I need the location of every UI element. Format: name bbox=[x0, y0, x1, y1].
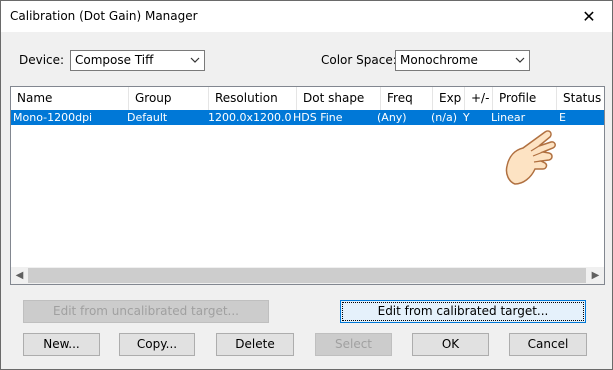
scroll-left-icon[interactable]: ◀ bbox=[11, 267, 28, 284]
device-label: Device: bbox=[19, 53, 65, 67]
column-header-freq[interactable]: Freq bbox=[381, 87, 433, 110]
device-value: Compose Tiff bbox=[75, 53, 154, 67]
column-header-name[interactable]: Name bbox=[11, 87, 129, 110]
cell-group: Default bbox=[127, 111, 168, 124]
chevron-down-icon bbox=[190, 57, 200, 63]
column-header-status[interactable]: Status bbox=[557, 87, 604, 110]
cell-dot-shape: HDS Fine bbox=[293, 111, 343, 124]
cancel-button[interactable]: Cancel bbox=[509, 333, 587, 356]
title-bar: Calibration (Dot Gain) Manager ✕ bbox=[1, 1, 612, 32]
column-header-resolution[interactable]: Resolution bbox=[209, 87, 297, 110]
column-header-profile[interactable]: Profile bbox=[493, 87, 557, 110]
hand-pointer-icon bbox=[505, 130, 556, 185]
edit-calibrated-button[interactable]: Edit from calibrated target... bbox=[340, 300, 586, 323]
copy-button[interactable]: Copy... bbox=[119, 333, 195, 356]
window-title: Calibration (Dot Gain) Manager bbox=[10, 9, 198, 23]
cell-exp: (n/a) bbox=[431, 111, 458, 124]
delete-button[interactable]: Delete bbox=[216, 333, 294, 356]
scroll-right-icon[interactable]: ▶ bbox=[587, 267, 604, 284]
ok-button[interactable]: OK bbox=[412, 333, 489, 356]
cell-name: Mono-1200dpi bbox=[13, 111, 93, 124]
table-row[interactable]: Mono-1200dpi Default 1200.0x1200.0 HDS F… bbox=[11, 110, 604, 125]
calibration-manager-window: Calibration (Dot Gain) Manager ✕ Device:… bbox=[0, 0, 613, 370]
column-header-group[interactable]: Group bbox=[129, 87, 209, 110]
close-icon[interactable]: ✕ bbox=[566, 1, 612, 32]
column-header-dot-shape[interactable]: Dot shape bbox=[297, 87, 381, 110]
cell-resolution: 1200.0x1200.0 bbox=[208, 111, 292, 124]
edit-uncalibrated-button[interactable]: Edit from uncalibrated target... bbox=[23, 300, 269, 323]
new-button[interactable]: New... bbox=[23, 333, 100, 356]
cell-profile: Linear bbox=[491, 111, 526, 124]
cell-status: E bbox=[559, 111, 566, 124]
list-header: Name Group Resolution Dot shape Freq Exp… bbox=[11, 87, 604, 110]
scrollbar-thumb[interactable] bbox=[28, 268, 586, 283]
column-header-exp[interactable]: Exp bbox=[433, 87, 465, 110]
chevron-down-icon bbox=[515, 57, 525, 63]
horizontal-scrollbar[interactable]: ◀ ▶ bbox=[11, 267, 604, 284]
color-space-value: Monochrome bbox=[400, 53, 478, 67]
cell-freq: (Any) bbox=[377, 111, 407, 124]
column-header-plus-minus[interactable]: +/- bbox=[465, 87, 493, 110]
color-space-label: Color Space: bbox=[321, 53, 397, 67]
device-select[interactable]: Compose Tiff bbox=[70, 50, 205, 71]
select-button[interactable]: Select bbox=[315, 333, 392, 356]
color-space-select[interactable]: Monochrome bbox=[395, 50, 530, 71]
cell-plus-minus: Y bbox=[463, 111, 470, 124]
